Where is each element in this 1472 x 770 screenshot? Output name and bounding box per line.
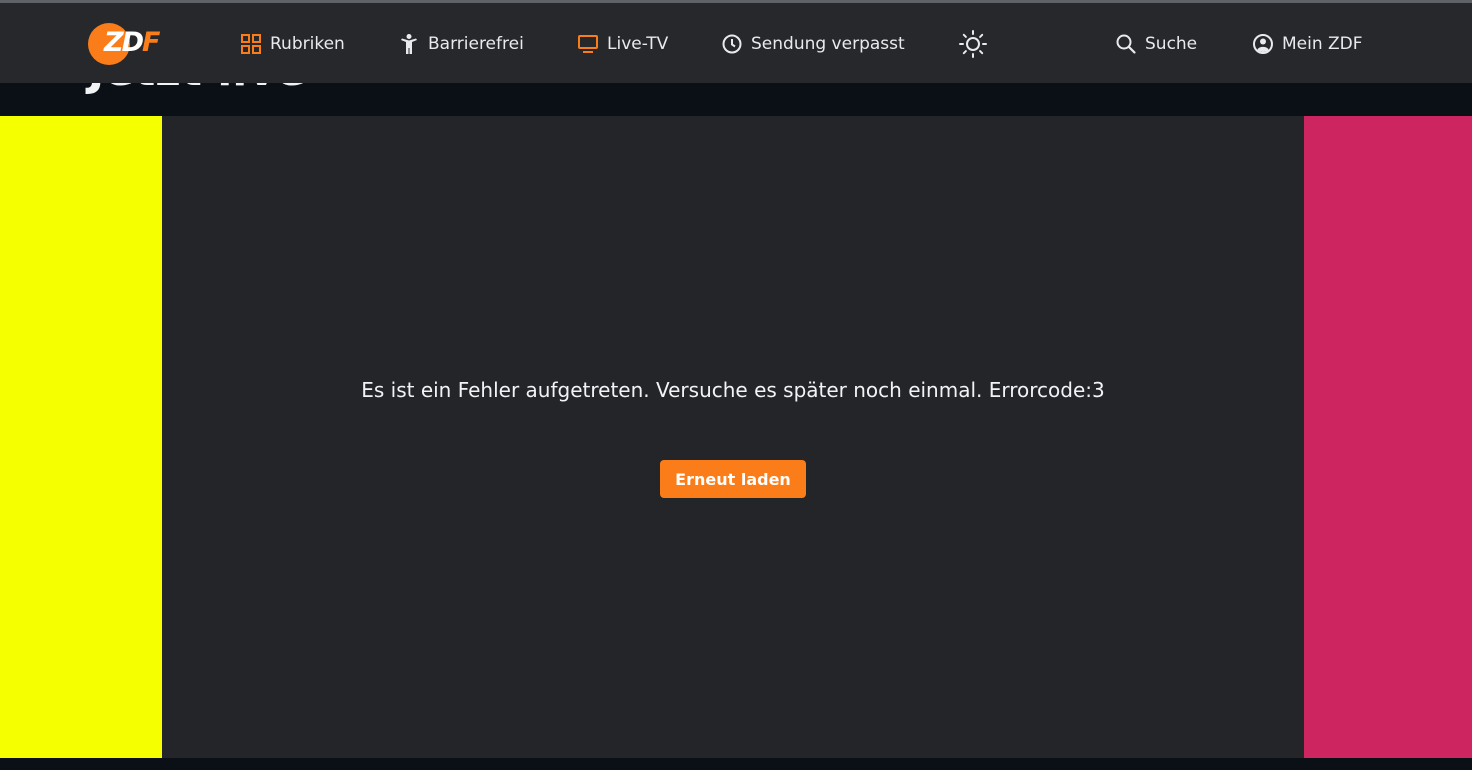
page-bottom-strip [0,758,1472,770]
clock-icon [721,33,743,55]
tv-icon [577,33,599,55]
nav-mein-zdf[interactable]: Mein ZDF [1252,27,1363,61]
theme-toggle-button[interactable] [958,27,988,61]
nav-suche[interactable]: Suche [1115,27,1197,61]
nav-rubriken[interactable]: Rubriken [240,27,345,61]
search-icon [1115,33,1137,55]
user-icon [1252,33,1274,55]
page-title: Jetzt live [88,83,306,101]
nav-suche-label: Suche [1145,34,1198,54]
nav-sendung-verpasst[interactable]: Sendung verpasst [721,27,905,61]
player-side-panel-left [0,116,162,758]
sun-icon [958,29,988,59]
player-error-message: Es ist ein Fehler aufgetreten. Versuche … [361,378,1105,402]
video-player[interactable]: Es ist ein Fehler aufgetreten. Versuche … [162,116,1304,758]
player-side-panel-right [1304,116,1472,758]
nav-sendung-verpasst-label: Sendung verpasst [751,34,905,54]
grid-icon [240,33,262,55]
accessibility-icon [398,33,420,55]
page: ZDF Rubriken Barrierefrei Live-TV Sendun… [0,0,1472,770]
nav-mein-zdf-label: Mein ZDF [1282,34,1363,54]
nav-barrierefrei-label: Barrierefrei [428,34,524,54]
zdf-logo[interactable]: ZDF [88,21,168,67]
nav-live-tv[interactable]: Live-TV [577,27,668,61]
site-header: ZDF Rubriken Barrierefrei Live-TV Sendun… [0,3,1472,83]
nav-rubriken-label: Rubriken [270,34,345,54]
page-title-bar: Jetzt live [0,83,1472,116]
nav-live-tv-label: Live-TV [607,34,669,54]
nav-barrierefrei[interactable]: Barrierefrei [398,27,524,61]
retry-button[interactable]: Erneut laden [660,460,806,498]
logo-text: ZDF [104,27,161,58]
